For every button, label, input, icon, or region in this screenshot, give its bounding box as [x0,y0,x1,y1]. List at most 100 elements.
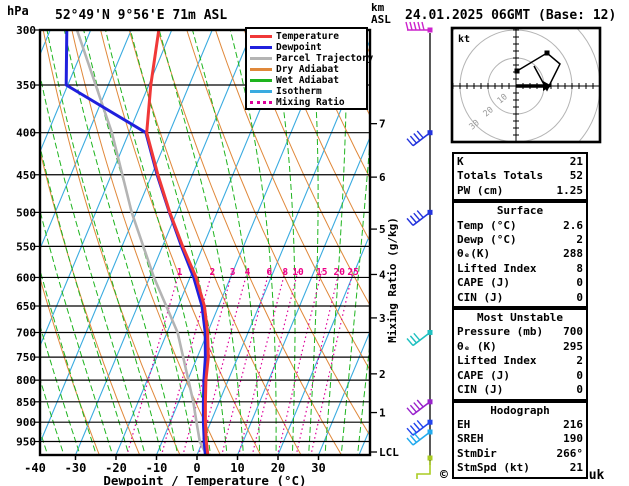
wind-barb-850 [406,399,433,416]
legend-swatch-solid [250,90,272,93]
panel-row-label: Pressure (mb) [457,325,544,339]
panel-row-label: CIN (J) [457,290,504,304]
legend-item: Isotherm [250,86,366,97]
panel-row-value: 1.25 [556,183,584,197]
legend-swatch-solid [250,35,272,38]
panel-row-value: 52 [569,169,583,183]
panel-row: EH 216 [457,418,583,432]
lcl-label: LCL [379,446,399,459]
pressure-tick-label: 800 [16,374,36,387]
panel-row-label: SREH [457,432,484,446]
isotherm-line [41,31,213,443]
legend-item: Parcel Trajectory [250,53,373,64]
pressure-tick-label: 450 [16,169,36,182]
legend-swatch-dotted [250,101,272,104]
legend-label: Parcel Trajectory [276,53,374,64]
km-tick-label: 2 [379,368,386,381]
mixing-ratio-value-label: 25 [347,267,359,278]
panel-row: Temp (°C) 2.6 [457,219,583,233]
mixing-ratio-value-label: 6 [266,267,272,278]
pressure-tick-label: 650 [16,300,36,313]
panel-row-value: 0 [576,368,583,382]
wet-adiabat-line [0,30,1,460]
km-tick-label: 5 [379,223,386,236]
dry-adiabat-line [71,31,221,454]
panel-row-value: 266° [556,446,584,460]
km-tick-label: 6 [379,171,386,184]
panel-row-value: 295 [563,339,583,353]
panel-row-value: 700 [563,325,583,339]
legend-item: Wet Adiabat [250,75,366,86]
legend-swatch-solid [250,79,272,82]
km-tick-label: 1 [379,407,386,420]
legend-label: Mixing Ratio [276,97,345,108]
panel-row: θₑ(K) 288 [457,247,583,261]
panel-row: StmDir 266° [457,447,583,461]
panel-row-label: θₑ (K) [457,339,497,353]
legend-label: Isotherm [276,86,322,97]
x-axis-title: Dewpoint / Temperature (°C) [103,473,306,486]
km-tick-label: 7 [379,118,386,131]
panel-row: CIN (J) 0 [457,291,583,305]
panel-hodograph: Hodograph EH 216 SREH 190 StmDir 266° StmSpd (k… [452,400,588,479]
wind-barb-700 [406,329,433,347]
wet-adiabat-line [0,30,17,460]
panel-row-value: 2 [576,233,583,247]
panel-surface: Surface Temp (°C) 2.6 Dewp (°C) 2 θₑ(K) 288 Lif… [452,201,588,309]
panel-row-value: 2 [576,354,583,368]
surface-wind-marker [416,455,433,479]
legend-box: Temperature Dewpoint Parcel Trajectory Dry … [245,27,373,110]
panel-row: K 21 [457,155,583,169]
legend-label: Temperature [276,31,339,42]
panel-row-label: CIN (J) [457,383,504,397]
indices-panels: K 21 Totals Totals 52 PW (cm) 1.25 Surface Temp… [452,152,588,479]
panel-indices: K 21 Totals Totals 52 PW (cm) 1.25 [452,152,588,202]
panel-title: Surface [496,204,544,218]
panel-row-value: 0 [576,383,583,397]
legend-swatch-solid [250,46,272,49]
mixing-ratio-line [277,271,323,454]
panel-row: CAPE (J) 0 [457,276,583,290]
panel-row-value: 0 [576,290,583,304]
wet-adiabat-line [105,31,211,454]
wind-barb-400 [406,130,433,147]
pressure-tick-label: 850 [16,396,36,409]
panel-row: SREH 190 [457,432,583,446]
mixing-ratio-value-label: 15 [316,267,328,278]
panel-row: Dewp (°C) 2 [457,233,583,247]
panel-row-label: CAPE (J) [457,368,510,382]
legend-item: Dry Adiabat [250,64,366,75]
panel-row-label: θₑ(K) [457,247,491,261]
panel-row-label: EH [457,417,471,431]
pressure-tick-label: 300 [16,24,36,37]
panel-row-value: 216 [563,417,583,431]
wind-barb-300 [405,21,433,33]
pressure-tick-label: 350 [16,79,36,92]
wind-barb-500 [406,209,433,227]
pressure-tick-label: 500 [16,206,36,219]
panel-row-label: Lifted Index [457,261,537,275]
panel-row: Totals Totals 52 [457,169,583,183]
panel-row-label: K [457,155,464,168]
panel-row-label: Lifted Index [457,354,537,368]
legend-label: Dry Adiabat [276,64,339,75]
panel-most-unstable: Most Unstable Pressure (mb) 700 θₑ (K) 295 Li… [452,308,588,401]
dry-adiabat-line [41,279,100,454]
wet-adiabat-line [41,77,146,454]
legend-swatch-solid [250,57,272,60]
panel-row-label: Totals Totals [457,169,544,183]
mixing-ratio-value-label: 4 [245,267,251,278]
panel-row: Pressure (mb) 700 [457,325,583,339]
legend-item: Dewpoint [250,42,366,53]
mixing-ratio-axis-label: Mixing Ratio (g/kg) [386,217,399,343]
panel-row: Lifted Index 2 [457,354,583,368]
isotherm-line [75,31,253,454]
panel-title: Hodograph [490,403,550,417]
sounding-page: hPa 52°49'N 9°56'E 71m ASL 24.01.2025 06… [0,0,629,486]
pressure-tick-label: 550 [16,240,36,253]
panel-row-label: Dewp (°C) [457,233,517,247]
panel-row-value: 2.6 [563,218,583,232]
panel-row: StmSpd (kt) 21 [457,461,583,475]
panel-row-label: PW (cm) [457,183,504,197]
temp-tick-label: -40 [24,461,46,475]
